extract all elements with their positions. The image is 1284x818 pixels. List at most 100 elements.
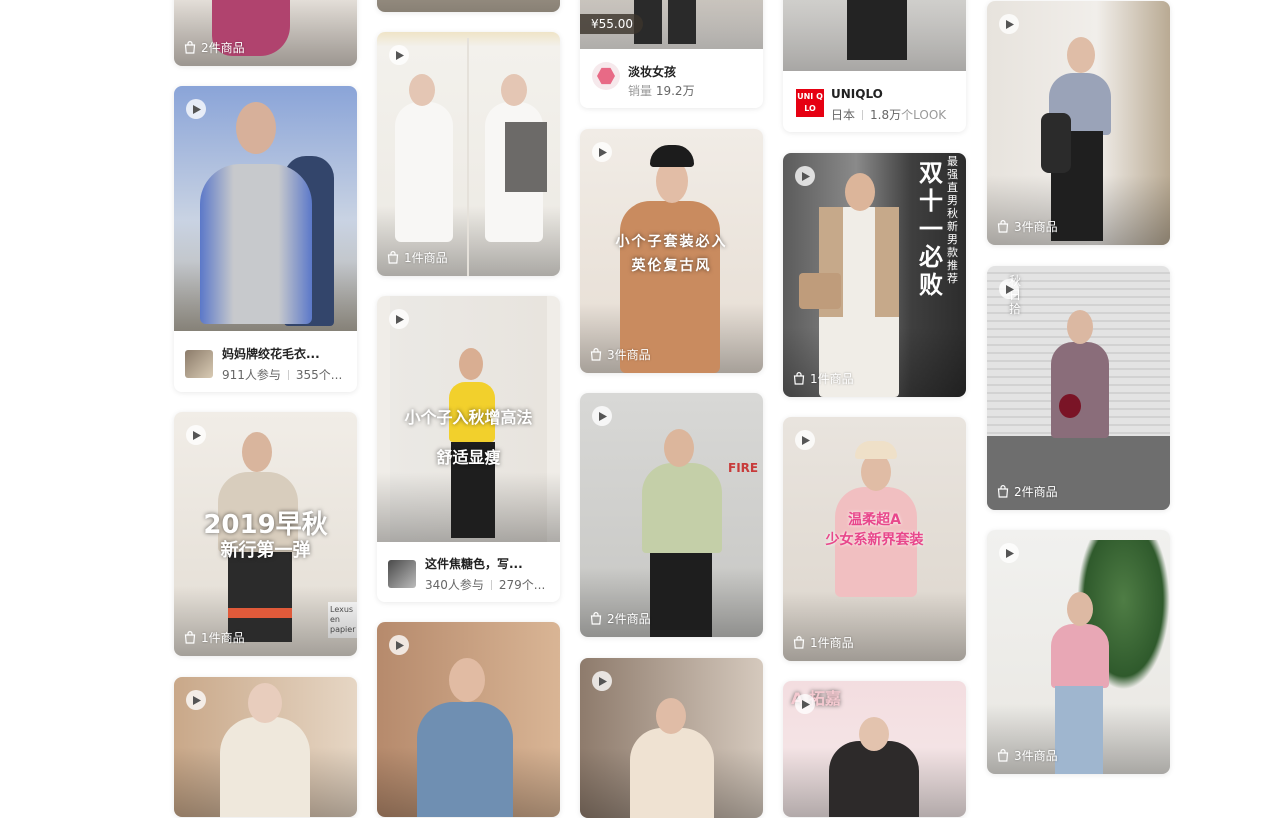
- model-face: [664, 429, 694, 467]
- card-image: [987, 1, 1170, 245]
- overlay-title: 小个子套装必入: [615, 234, 728, 250]
- play-icon[interactable]: [186, 690, 206, 710]
- item-total: 279个...: [498, 578, 546, 592]
- divider: [287, 370, 289, 380]
- shopping-bag-icon: [590, 612, 602, 625]
- model-figure: [847, 0, 907, 60]
- sign-text: FIRE: [728, 461, 759, 475]
- divider: [862, 110, 864, 120]
- overlay-subtitle: 少女系新界套装: [825, 532, 924, 548]
- play-icon[interactable]: [999, 279, 1019, 299]
- feed-card[interactable]: 温柔超A 少女系新界套装 1件商品: [783, 417, 966, 661]
- shop-info[interactable]: 淡妆女孩 销量 19.2万: [580, 49, 763, 108]
- overlay-title: 小个子入秋增高法: [404, 408, 533, 427]
- model-figure: [228, 608, 292, 618]
- shopping-bag-icon: [184, 631, 196, 644]
- model-face: [1067, 592, 1093, 626]
- shopping-bag-icon: [793, 372, 805, 385]
- shopping-bag-icon: [184, 41, 196, 54]
- avatar: [388, 560, 416, 588]
- play-icon[interactable]: [592, 406, 612, 426]
- feed-card[interactable]: 双十一必败 最强直男秋 新男款推荐 1件商品: [783, 153, 966, 397]
- model-figure: [1051, 342, 1109, 438]
- brand-name[interactable]: UNIQLO: [831, 87, 883, 101]
- play-icon[interactable]: [795, 166, 815, 186]
- play-icon[interactable]: [389, 309, 409, 329]
- card-title[interactable]: 这件焦糖色，写...: [425, 555, 523, 572]
- feed-card[interactable]: [580, 658, 763, 818]
- model-figure: [395, 102, 453, 242]
- overlay-subtitle: 英伦复古风: [631, 258, 712, 274]
- play-icon[interactable]: [999, 14, 1019, 34]
- participants: 911人参与: [222, 368, 281, 382]
- shop-logo: [592, 62, 620, 90]
- play-icon[interactable]: [795, 430, 815, 450]
- item-count: 1件商品: [387, 249, 448, 266]
- model-face: [845, 173, 875, 211]
- participants: 340人参与: [425, 578, 484, 592]
- feed-card[interactable]: 2019早秋 新行第一弹 Lexus en papier 1件商品: [174, 412, 357, 656]
- model-figure: [829, 741, 919, 817]
- feed-card[interactable]: 2件商品: [174, 0, 357, 66]
- model-bag: [1059, 394, 1081, 418]
- overlay-subtitle: 舒适显瘦: [436, 448, 501, 467]
- card-info: 妈妈牌绞花毛衣... 911人参与 355个...: [174, 332, 357, 392]
- card-title[interactable]: 妈妈牌绞花毛衣...: [222, 345, 320, 362]
- feed-card[interactable]: A 拓嘉: [783, 681, 966, 817]
- play-icon[interactable]: [795, 694, 815, 714]
- shop-name[interactable]: 淡妆女孩: [628, 63, 676, 80]
- play-icon[interactable]: [186, 425, 206, 445]
- card-meta: 911人参与 355个...: [222, 366, 342, 383]
- shopping-bag-icon: [997, 749, 1009, 762]
- feed-card[interactable]: 妈妈牌绞花毛衣... 911人参与 355个...: [174, 86, 357, 392]
- brand-meta: 日本 1.8万个LOOK: [831, 108, 947, 122]
- item-count: 1件商品: [184, 629, 245, 646]
- item-count: 3件商品: [997, 747, 1058, 764]
- feed-card[interactable]: 3件商品: [987, 1, 1170, 245]
- model-figure: [875, 207, 899, 317]
- overlay-title: A 拓嘉: [791, 689, 841, 708]
- feed-card[interactable]: [377, 0, 560, 12]
- feed-card[interactable]: UNI QLO UNIQLO 日本 1.8万个LOOK: [783, 0, 966, 132]
- feed-card[interactable]: 秋日拾 2件商品: [987, 266, 1170, 510]
- shopping-bag-icon: [997, 485, 1009, 498]
- card-image: [174, 0, 357, 66]
- feed-card[interactable]: 3件商品: [987, 530, 1170, 774]
- play-icon[interactable]: [999, 543, 1019, 563]
- model-face: [409, 74, 435, 106]
- shopping-bag-icon: [387, 251, 399, 264]
- model-figure: [200, 164, 312, 324]
- avatar: [185, 350, 213, 378]
- feed-card[interactable]: [377, 622, 560, 817]
- card-image: 2019早秋 新行第一弹 Lexus en papier: [174, 412, 357, 656]
- play-icon[interactable]: [186, 99, 206, 119]
- card-image: 温柔超A 少女系新界套装: [783, 417, 966, 661]
- model-figure: [650, 553, 712, 637]
- model-face: [1067, 37, 1095, 73]
- card-image: [783, 0, 966, 71]
- play-icon[interactable]: [592, 671, 612, 691]
- item-count: 2件商品: [997, 483, 1058, 500]
- item-count: 2件商品: [184, 39, 245, 56]
- overlay-title: 双十一必败: [919, 159, 943, 299]
- model-face: [1067, 310, 1093, 344]
- item-count: 3件商品: [997, 218, 1058, 235]
- model-face: [459, 348, 483, 380]
- model-face: [236, 102, 276, 154]
- feed-card[interactable]: ¥55.00 淡妆女孩 销量 19.2万: [580, 0, 763, 108]
- feed-card[interactable]: 1件商品: [377, 32, 560, 276]
- play-icon[interactable]: [592, 142, 612, 162]
- item-count: 2件商品: [590, 610, 651, 627]
- card-image: FIRE: [580, 393, 763, 637]
- model-face: [248, 683, 282, 723]
- card-info: 这件焦糖色，写... 340人参与 279个...: [377, 542, 560, 602]
- play-icon[interactable]: [389, 635, 409, 655]
- feed-card[interactable]: [174, 677, 357, 817]
- feed-card[interactable]: FIRE 2件商品: [580, 393, 763, 637]
- play-icon[interactable]: [389, 45, 409, 65]
- feed-card[interactable]: 小个子入秋增高法 舒适显瘦 这件焦糖色，写... 340人参与 279个...: [377, 296, 560, 602]
- model-figure: [668, 0, 696, 44]
- price-tag: ¥55.00: [580, 14, 643, 34]
- feed-card[interactable]: 小个子套装必入 英伦复古风 3件商品: [580, 129, 763, 373]
- brand-info[interactable]: UNI QLO UNIQLO 日本 1.8万个LOOK: [783, 71, 966, 132]
